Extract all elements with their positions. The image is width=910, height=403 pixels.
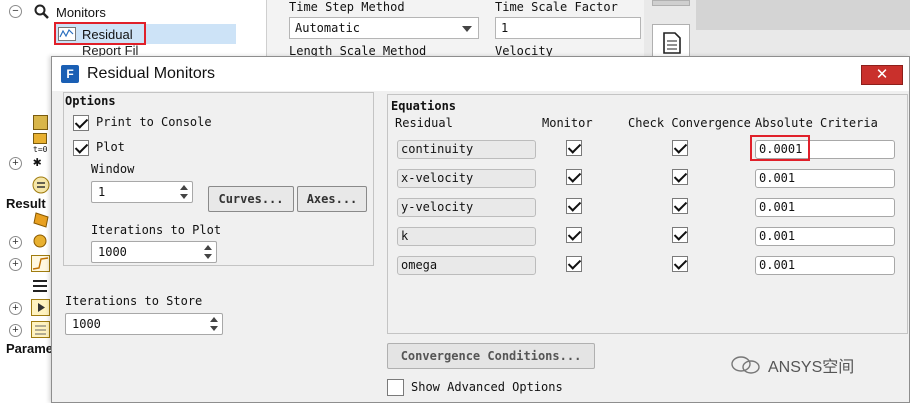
chat-bubbles-icon — [731, 356, 760, 374]
contour-icon — [33, 212, 49, 228]
absolute-criteria-input[interactable]: 0.001 — [755, 256, 895, 275]
window-spinner[interactable]: 1 — [91, 181, 193, 203]
check-convergence-checkbox[interactable] — [672, 169, 688, 185]
plot-label: Plot — [96, 140, 125, 154]
expand-icon[interactable]: + — [9, 324, 22, 337]
spin-up-icon[interactable] — [204, 245, 212, 250]
dialog-titlebar[interactable]: F Residual Monitors ✕ — [52, 57, 909, 91]
arrows-icon — [33, 280, 47, 292]
iterations-to-store-label: Iterations to Store — [65, 294, 203, 308]
highlight-criteria-box — [750, 135, 810, 161]
solution-methods-panel: Time Step Method Automatic Time Scale Fa… — [266, 0, 644, 60]
print-to-console-label: Print to Console — [96, 115, 212, 129]
plot-checkbox[interactable] — [73, 140, 89, 156]
spin-up-icon[interactable] — [210, 317, 218, 322]
show-advanced-options-checkbox[interactable] — [387, 379, 404, 396]
residual-name-field: k — [397, 227, 536, 246]
watermark: ANSYS空间 — [730, 353, 854, 377]
expand-icon[interactable]: + — [9, 236, 22, 249]
animation-icon — [31, 299, 50, 316]
xy-plot-icon — [31, 255, 50, 272]
spin-down-icon[interactable] — [180, 194, 188, 199]
residual-name-field: y-velocity — [397, 198, 536, 217]
length-scale-method-label: Length Scale Method — [289, 44, 427, 56]
tree-item-monitors-label: Monitors — [56, 4, 106, 20]
window-label: Window — [91, 162, 135, 176]
spin-down-icon[interactable] — [204, 254, 212, 259]
equations-group: Equations Residual Monitor Check Converg… — [387, 94, 908, 334]
time-step-method-label: Time Step Method — [289, 0, 405, 14]
absolute-criteria-input[interactable]: 0.001 — [755, 198, 895, 217]
tree-item-report-file[interactable]: Report Fil — [62, 44, 138, 56]
check-convergence-checkbox[interactable] — [672, 256, 688, 272]
check-convergence-header: Check Convergence — [628, 116, 751, 130]
t0-label: t=0 — [33, 145, 48, 154]
equals-icon — [32, 176, 50, 194]
residual-name-field: omega — [397, 256, 536, 275]
residual-name-field: continuity — [397, 140, 536, 159]
highlight-residual-box — [54, 22, 146, 45]
watermark-text: ANSYS空间 — [768, 359, 855, 376]
absolute-criteria-input[interactable]: 0.001 — [755, 169, 895, 188]
expand-icon[interactable]: + — [9, 157, 22, 170]
spin-up-icon[interactable] — [180, 185, 188, 190]
options-group: Options Print to Console Plot Window 1 C… — [63, 92, 374, 266]
print-to-console-checkbox[interactable] — [73, 115, 89, 131]
iterations-to-store-spinner[interactable]: 1000 — [65, 313, 223, 335]
time-scale-factor-input[interactable]: 1 — [495, 17, 641, 39]
spin-down-icon[interactable] — [210, 326, 218, 331]
mesh-icon — [33, 115, 48, 130]
fluent-app-icon: F — [61, 65, 79, 83]
time-step-method-dropdown[interactable]: Automatic — [289, 17, 479, 39]
pie-icon — [33, 234, 47, 248]
residual-monitors-dialog: F Residual Monitors ✕ Options Print to C… — [51, 56, 910, 403]
collapse-monitors-icon[interactable]: − — [9, 5, 22, 18]
check-convergence-checkbox[interactable] — [672, 198, 688, 214]
equations-title: Equations — [391, 99, 457, 113]
dialog-title: Residual Monitors — [87, 65, 216, 82]
monitor-checkbox[interactable] — [566, 140, 582, 156]
monitor-header: Monitor — [542, 116, 593, 130]
options-title: Options — [65, 94, 116, 108]
expand-icon[interactable]: + — [9, 258, 22, 271]
show-advanced-options-label: Show Advanced Options — [411, 380, 563, 394]
absolute-criteria-header: Absolute Criteria — [755, 116, 878, 130]
results-label: Result — [6, 196, 46, 211]
report-icon — [31, 321, 50, 338]
parameters-label: Parame — [6, 341, 53, 356]
chevron-down-icon — [462, 26, 472, 32]
residual-header: Residual — [395, 116, 453, 130]
toolbar-area — [644, 0, 910, 60]
iterations-to-plot-spinner[interactable]: 1000 — [91, 241, 217, 263]
curves-button[interactable]: Curves... — [208, 186, 294, 212]
box-icon — [33, 133, 47, 144]
check-convergence-checkbox[interactable] — [672, 227, 688, 243]
document-button[interactable] — [652, 24, 690, 60]
velocity-label: Velocity — [495, 44, 553, 56]
convergence-conditions-button[interactable]: Convergence Conditions... — [387, 343, 595, 369]
magnifier-icon — [34, 4, 49, 19]
close-button[interactable]: ✕ — [861, 65, 903, 85]
expand-icon[interactable]: + — [9, 302, 22, 315]
gear-icon: ✱ — [33, 154, 42, 170]
monitor-checkbox[interactable] — [566, 256, 582, 272]
time-scale-factor-label: Time Scale Factor — [495, 0, 618, 14]
monitor-checkbox[interactable] — [566, 227, 582, 243]
residual-name-field: x-velocity — [397, 169, 536, 188]
check-convergence-checkbox[interactable] — [672, 140, 688, 156]
iterations-to-plot-label: Iterations to Plot — [91, 223, 222, 237]
monitor-checkbox[interactable] — [566, 198, 582, 214]
document-icon — [663, 32, 681, 54]
axes-button[interactable]: Axes... — [297, 186, 367, 212]
monitor-checkbox[interactable] — [566, 169, 582, 185]
tree-item-monitors[interactable]: Monitors — [34, 2, 106, 22]
absolute-criteria-input[interactable]: 0.001 — [755, 227, 895, 246]
